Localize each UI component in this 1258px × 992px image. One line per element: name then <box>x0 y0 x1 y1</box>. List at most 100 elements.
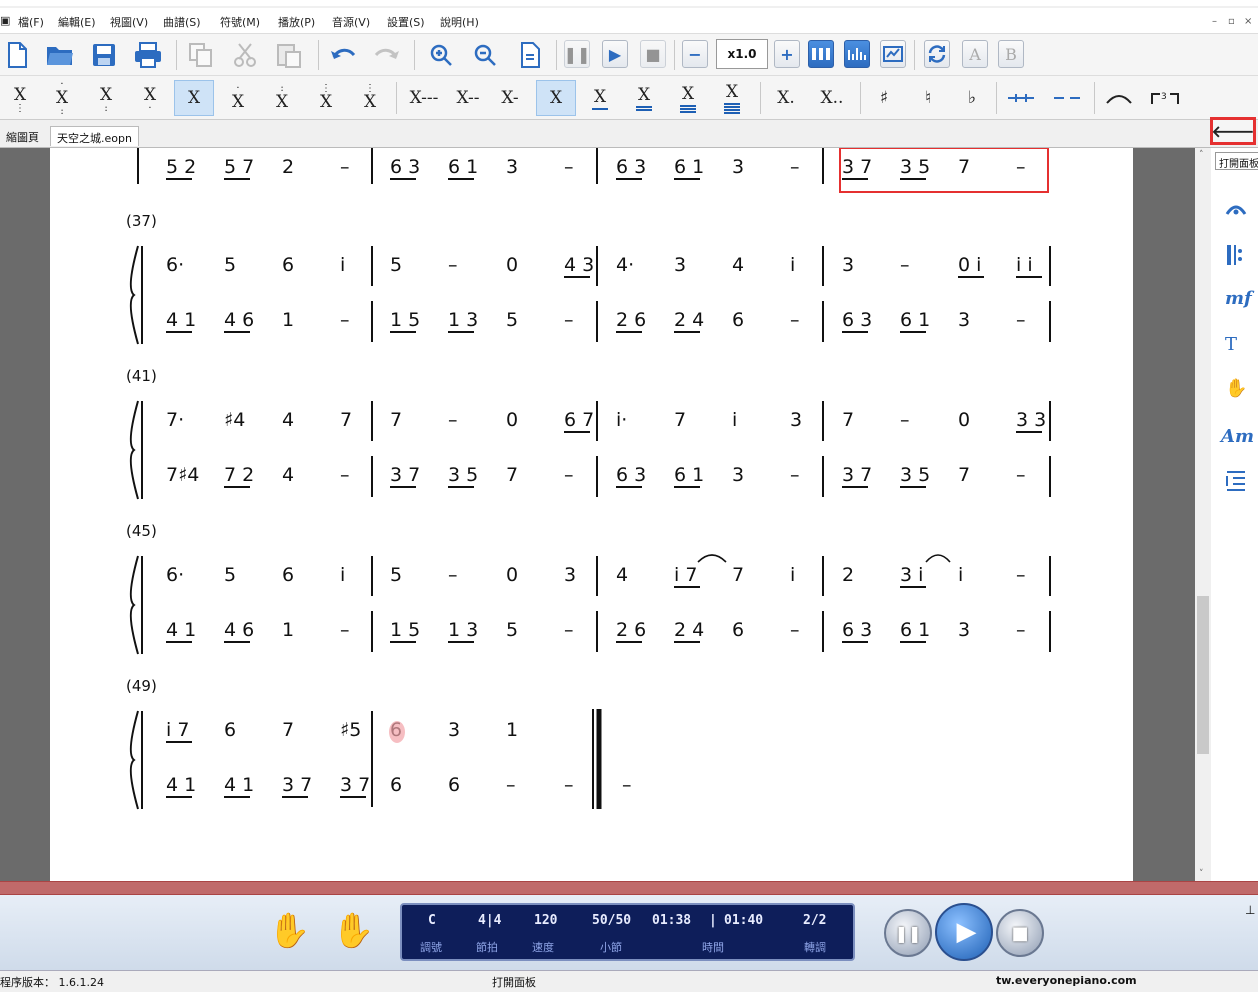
menu-play[interactable]: 播放(P) <box>278 14 315 30</box>
print-icon[interactable] <box>131 38 165 72</box>
loop-icon[interactable] <box>924 40 950 68</box>
upper-staff-note: 6 <box>282 564 294 586</box>
note-low2-button[interactable]: · X: <box>42 80 82 117</box>
lower-staff-note: 4 6 <box>224 619 254 641</box>
redo-icon[interactable] <box>370 38 404 72</box>
lower-staff-note: 6 <box>732 309 744 331</box>
menu-file[interactable]: 檔(F) <box>18 14 44 30</box>
top-row-note: 3 7 <box>842 156 872 178</box>
right-hand-icon[interactable]: ✋ <box>332 911 374 951</box>
measure-number: (45) <box>126 522 157 540</box>
natural-button[interactable]: ♮ <box>908 80 948 116</box>
dot-button[interactable]: X. <box>766 80 806 116</box>
slur-icon[interactable] <box>1102 81 1136 115</box>
loop-point-b-button[interactable]: B <box>998 40 1024 68</box>
zoom-out-icon[interactable] <box>468 38 502 72</box>
menu-help[interactable]: 說明(H) <box>440 14 479 30</box>
paste-icon[interactable] <box>272 38 306 72</box>
tempo-increase-button[interactable]: + <box>774 40 800 68</box>
note-middle-button[interactable]: X <box>174 80 214 116</box>
sixtyfourth-note-button[interactable]: X <box>712 80 752 116</box>
double-dot-button[interactable]: X.. <box>810 80 854 116</box>
pin-icon[interactable]: ⊥ <box>1245 903 1255 917</box>
upper-staff-note: – <box>448 254 458 276</box>
sharp-button[interactable]: ♯ <box>864 80 904 116</box>
note-low1-button[interactable]: X: <box>86 80 126 116</box>
restore-icon[interactable]: ▫ <box>1228 16 1235 27</box>
menu-view[interactable]: 視圖(V) <box>110 14 148 30</box>
time-label: 時間 <box>702 941 724 954</box>
pause-button-large[interactable]: ❚❚ <box>884 909 932 957</box>
zoom-in-icon[interactable] <box>424 38 458 72</box>
menu-edit[interactable]: 編輯(E) <box>58 14 96 30</box>
vertical-scrollbar[interactable]: ˄ ˅ <box>1195 148 1211 881</box>
fit-page-icon[interactable] <box>513 38 547 72</box>
chord-icon[interactable]: Am <box>1221 426 1254 447</box>
score-sheet[interactable]: 5 25 7 2–6 36 1 3–6 36 1 3–3 73 5 7 –(37)6· 5 6… <box>50 148 1133 881</box>
half-note-button[interactable]: X- <box>492 80 528 116</box>
quarter-note-button[interactable]: X <box>536 80 576 116</box>
thirtysecond-note-button[interactable]: X <box>668 80 708 116</box>
close-icon[interactable]: × <box>1244 16 1252 27</box>
tab-score-file[interactable]: 天空之城.eopn <box>50 126 139 146</box>
lower-staff-note: – <box>790 309 800 331</box>
cut-icon[interactable] <box>228 38 262 72</box>
scroll-down-icon[interactable]: ˅ <box>1199 869 1204 879</box>
eighth-note-button[interactable]: X <box>580 80 620 116</box>
stop-button[interactable]: ■ <box>640 40 666 68</box>
undo-icon[interactable] <box>326 38 360 72</box>
half-dotted-note-button[interactable]: X-- <box>448 80 488 116</box>
minimize-icon[interactable]: – <box>1212 16 1217 27</box>
list-icon[interactable] <box>1225 470 1247 497</box>
scroll-up-icon[interactable]: ˄ <box>1199 150 1204 160</box>
menu-score[interactable]: 曲譜(S) <box>163 14 201 30</box>
upper-staff-note: 6· <box>166 564 184 586</box>
display-settings-icon[interactable] <box>880 40 906 68</box>
save-icon[interactable] <box>87 38 121 72</box>
timeline-ruler[interactable] <box>0 881 1258 895</box>
repeat-icon[interactable] <box>1225 244 1245 271</box>
pause-button[interactable]: ❚❚ <box>564 40 590 68</box>
fermata-icon[interactable] <box>1225 200 1247 221</box>
top-row-note: 2 <box>282 156 294 178</box>
upper-staff-note: i <box>790 254 795 276</box>
dash-icon[interactable] <box>1050 81 1084 115</box>
open-folder-icon[interactable] <box>43 38 77 72</box>
hand-icon[interactable]: ✋ <box>1225 378 1247 399</box>
dynamics-icon[interactable]: mf <box>1225 288 1252 309</box>
copy-icon[interactable] <box>184 38 218 72</box>
lower-staff-note: 6 1 <box>900 619 930 641</box>
playback-speed-field[interactable]: x1.0 <box>716 39 768 69</box>
note-low-button[interactable]: X · <box>130 80 170 116</box>
tuplet-icon[interactable]: 3 <box>1148 81 1182 115</box>
left-hand-icon[interactable]: ✋ <box>268 911 310 951</box>
measure-label: 小節 <box>600 941 622 954</box>
scroll-thumb[interactable] <box>1197 596 1209 754</box>
tie-icon[interactable] <box>1004 81 1038 115</box>
top-row-note: 3 <box>732 156 744 178</box>
flat-button[interactable]: ♭ <box>952 80 992 116</box>
layout-mode-icon[interactable] <box>808 40 834 68</box>
stop-button-large[interactable]: ■ <box>996 909 1044 957</box>
note-high-button[interactable]: · X <box>218 80 258 116</box>
playhead-marker <box>389 721 405 743</box>
menu-symbol[interactable]: 符號(M) <box>220 14 260 30</box>
note-high2-button[interactable]: :X <box>262 80 302 116</box>
note-high4-button[interactable]: ⋮ X <box>350 80 390 116</box>
whole-note-button[interactable]: X--- <box>402 80 446 116</box>
tempo-decrease-button[interactable]: − <box>682 40 708 68</box>
menu-settings[interactable]: 設置(S) <box>387 14 425 30</box>
score-canvas[interactable]: 5 25 7 2–6 36 1 3–6 36 1 3–3 73 5 7– (37) 6· 5 6… <box>50 148 1133 881</box>
panel-toggle-button[interactable]: 🡐 <box>1210 117 1256 145</box>
text-icon[interactable]: T <box>1225 334 1237 355</box>
play-button[interactable]: ▶ <box>602 40 628 68</box>
new-file-icon[interactable] <box>0 38 34 72</box>
play-button-large[interactable]: ▶ <box>935 903 993 961</box>
sixteenth-note-button[interactable]: X <box>624 80 664 116</box>
note-high3-button[interactable]: ⋮ X <box>306 80 346 116</box>
staff-view-icon[interactable] <box>844 40 870 68</box>
tab-thumbnails[interactable]: 縮圖頁 <box>0 126 45 146</box>
loop-point-a-button[interactable]: A <box>962 40 988 68</box>
note-low3-button[interactable]: X ⋮ <box>0 80 40 116</box>
menu-sound[interactable]: 音源(V) <box>332 14 370 30</box>
